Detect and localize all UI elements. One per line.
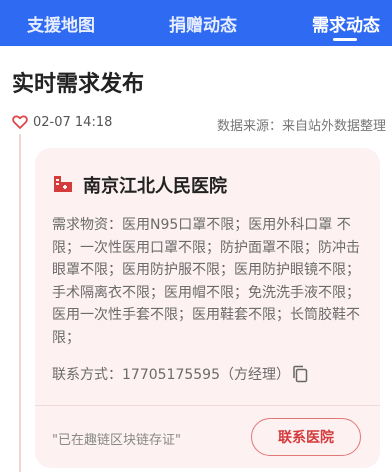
timeline-line [19,134,21,472]
card-divider [35,405,380,406]
tab-donation-updates[interactable]: 捐赠动态 [158,0,248,46]
contact-info: 联系方式：17705175595（方经理） [52,367,290,383]
copy-icon[interactable] [292,365,308,383]
demand-card: 南京江北人民医院 需求物资：医用N95口罩不限；医用外科口罩 不限；一次性医用口… [35,148,380,468]
needs-list: 需求物资：医用N95口罩不限；医用外科口罩 不限；一次性医用口罩不限；防护面罩不… [52,217,360,346]
top-tab-bar: 支援地图 捐赠动态 需求动态 [0,0,392,46]
active-tab-indicator [333,38,357,41]
blockchain-note: "已在趣链区块链存证" [52,433,181,448]
page-title: 实时需求发布 [12,72,145,97]
post-meta: 02-07 14:18 数据来源：来自站外数据整理 [12,113,392,134]
post-time: 02-07 14:18 [33,115,113,130]
hospital-name: 南京江北人民医院 [83,176,227,197]
contact-hospital-button[interactable]: 联系医院 [251,418,361,456]
data-source: 数据来源：来自站外数据整理 [216,119,386,134]
tab-support-map[interactable]: 支援地图 [12,0,110,46]
hospital-icon [54,176,72,192]
heart-icon [12,115,28,129]
